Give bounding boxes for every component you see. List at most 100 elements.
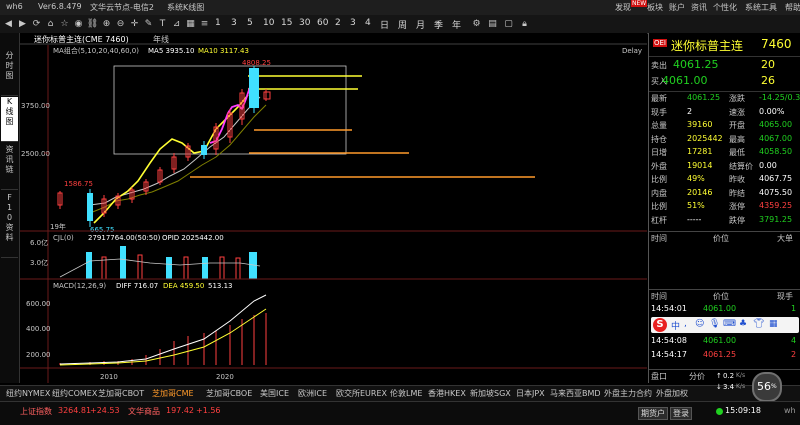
kline-chart-svg[interactable]: 迷你标普主连(CME 7460) 年线 MA组合(5,10,20,40,60,0… bbox=[20, 33, 647, 383]
period-4h[interactable]: 4 bbox=[365, 18, 371, 28]
ruler-icon[interactable]: ⊿ bbox=[170, 18, 183, 30]
exchange-tab[interactable]: 芝加哥CME bbox=[152, 388, 194, 399]
settings-icon[interactable]: ⚙ bbox=[470, 18, 483, 30]
chart-area[interactable]: 迷你标普主连(CME 7460) 年线 MA组合(5,10,20,40,60,0… bbox=[20, 33, 647, 383]
bookmark-icon[interactable]: ☆ bbox=[58, 18, 71, 30]
ime-mic-icon[interactable]: 🎙︎ bbox=[709, 319, 720, 329]
zoom-out-icon[interactable]: ⊖ bbox=[114, 18, 127, 30]
ime-keyboard-icon[interactable]: ⌨ bbox=[723, 319, 736, 329]
link-icon[interactable]: ⛓ bbox=[86, 18, 99, 30]
draw-icon[interactable]: ✎ bbox=[142, 18, 155, 30]
exchange-tab[interactable]: 外盘加权 bbox=[656, 388, 688, 399]
period-5[interactable]: 5 bbox=[247, 18, 253, 28]
window-icon[interactable]: ▢ bbox=[502, 18, 515, 30]
lock-icon[interactable]: 🔒︎ bbox=[518, 18, 531, 30]
vol-values: 27917764.00(50:50) bbox=[88, 234, 161, 242]
ime-lang-icon[interactable]: 中 bbox=[671, 319, 680, 332]
period-quarter[interactable]: 季 bbox=[434, 18, 443, 31]
ime-shirt-icon[interactable]: 👕︎ bbox=[753, 319, 764, 329]
ime-toolbar[interactable]: S 中 , ☺ 🎙︎ ⌨ ♣ 👕︎ ▦ bbox=[651, 317, 799, 333]
zoom-in-icon[interactable]: ⊕ bbox=[100, 18, 113, 30]
login-button[interactable]: 登录 bbox=[670, 407, 692, 420]
tab-kline[interactable]: K线图 bbox=[1, 97, 18, 142]
ime-logo-icon[interactable]: S bbox=[653, 318, 667, 332]
ask-label: 卖出 bbox=[651, 61, 667, 70]
commodity-label[interactable]: 文华商品 bbox=[128, 406, 160, 417]
menu-personalize[interactable]: 个性化 bbox=[713, 2, 737, 13]
period-month[interactable]: 月 bbox=[416, 18, 425, 31]
sh-index-label[interactable]: 上证指数 bbox=[20, 406, 52, 417]
tick-header-big: 大单 bbox=[777, 234, 793, 243]
vol-bar bbox=[166, 257, 172, 279]
exchange-tab[interactable]: 芝加哥CBOE bbox=[206, 388, 252, 399]
period-year[interactable]: 年 bbox=[452, 18, 461, 31]
period-week[interactable]: 周 bbox=[398, 18, 407, 31]
back-icon[interactable]: ◀ bbox=[2, 18, 15, 30]
period-1[interactable]: 1 bbox=[215, 18, 221, 28]
exchange-tab[interactable]: 伦敦LME bbox=[390, 388, 422, 399]
trade-header-time: 时间 bbox=[651, 292, 667, 301]
bid-row[interactable]: 买入 4061.00 26 bbox=[649, 73, 800, 89]
tab-timeshare[interactable]: 分时图 bbox=[1, 51, 18, 96]
menu-system-tools[interactable]: 系统工具 bbox=[745, 2, 777, 13]
chart-period-label[interactable]: 年线 bbox=[153, 34, 169, 44]
ime-grid-icon[interactable]: ▦ bbox=[769, 319, 778, 329]
period-10[interactable]: 10 bbox=[263, 18, 274, 28]
period-day[interactable]: 日 bbox=[380, 18, 389, 31]
ime-emoji-icon[interactable]: ☺ bbox=[695, 319, 704, 329]
sh-index-change: +24.53 bbox=[90, 406, 120, 415]
period-3h[interactable]: 3 bbox=[350, 18, 356, 28]
exchange-tab[interactable]: 香港HKEX bbox=[428, 388, 466, 399]
ime-punct-icon[interactable]: , bbox=[684, 319, 687, 329]
period-30[interactable]: 30 bbox=[299, 18, 310, 28]
quote-value: 4065.00 bbox=[759, 120, 793, 129]
window-label: 系统K线图 bbox=[167, 3, 205, 12]
menu-sector[interactable]: 板块 bbox=[647, 2, 663, 13]
candle bbox=[249, 68, 259, 108]
period-2h[interactable]: 2 bbox=[335, 18, 341, 28]
prev-high-label: 1586.75 bbox=[64, 180, 93, 188]
crosshair-icon[interactable]: ✛ bbox=[128, 18, 141, 30]
exchange-tab[interactable]: 外盘主力合约 bbox=[604, 388, 652, 399]
exchange-tab[interactable]: 芝加哥CBOT bbox=[98, 388, 144, 399]
layout-icon[interactable]: ▤ bbox=[486, 18, 499, 30]
quote-row: 最新 4061.25 涨跌 -14.25/0.35% bbox=[649, 92, 800, 105]
quote-label: 速涨 bbox=[729, 107, 745, 117]
exchange-tab[interactable]: 纽约COMEX bbox=[52, 388, 97, 399]
menu-news[interactable]: 资讯 bbox=[691, 2, 707, 13]
menu-account[interactable]: 账户 bbox=[669, 2, 685, 13]
exchange-tab[interactable]: 日本JPX bbox=[516, 388, 545, 399]
period-15[interactable]: 15 bbox=[281, 18, 292, 28]
chart-tab-label[interactable]: 迷你标普主连(CME 7460) bbox=[34, 34, 129, 44]
refresh-icon[interactable]: ⟳ bbox=[30, 18, 43, 30]
cpu-percent-badge[interactable]: 56 % bbox=[752, 372, 782, 402]
exchange-tab[interactable]: 美国ICE bbox=[260, 388, 289, 399]
quote-value: 4058.50 bbox=[759, 147, 793, 156]
exchange-tab[interactable]: 马来西亚BMD bbox=[550, 388, 601, 399]
tab-news-chain[interactable]: 资讯链 bbox=[1, 145, 18, 190]
ask-qty: 20 bbox=[761, 58, 775, 71]
exchange-tab[interactable]: 新加坡SGX bbox=[470, 388, 511, 399]
tab-price-dist[interactable]: 分价 bbox=[689, 371, 705, 382]
vol-bar bbox=[183, 256, 189, 280]
exchange-tab[interactable]: 欧洲ICE bbox=[298, 388, 327, 399]
ask-row[interactable]: 卖出 4061.25 20 bbox=[649, 56, 800, 73]
exchange-tab[interactable]: 欧交所EUREX bbox=[336, 388, 387, 399]
quote-label: 总量 bbox=[651, 121, 667, 130]
contract-code: 7460 bbox=[761, 37, 792, 51]
home-icon[interactable]: ⌂ bbox=[44, 18, 57, 30]
tab-orderbook[interactable]: 盘口 bbox=[651, 371, 667, 382]
ime-skin-icon[interactable]: ♣ bbox=[739, 319, 747, 329]
list-icon[interactable]: ≡ bbox=[198, 18, 211, 30]
tab-f10[interactable]: F10资料 bbox=[1, 193, 18, 258]
period-3[interactable]: 3 bbox=[231, 18, 237, 28]
menu-help[interactable]: 帮助 bbox=[785, 2, 800, 13]
eye-icon[interactable]: ◉ bbox=[72, 18, 85, 30]
forward-icon[interactable]: ▶ bbox=[16, 18, 29, 30]
exchange-tab[interactable]: 纽约NYMEX bbox=[6, 388, 50, 399]
account-button[interactable]: 期货户 bbox=[638, 407, 668, 420]
period-60[interactable]: 60 bbox=[317, 18, 328, 28]
grid-icon[interactable]: ▦ bbox=[184, 18, 197, 30]
text-icon[interactable]: T bbox=[156, 18, 169, 30]
menu-discover[interactable]: 发现 bbox=[615, 2, 631, 13]
